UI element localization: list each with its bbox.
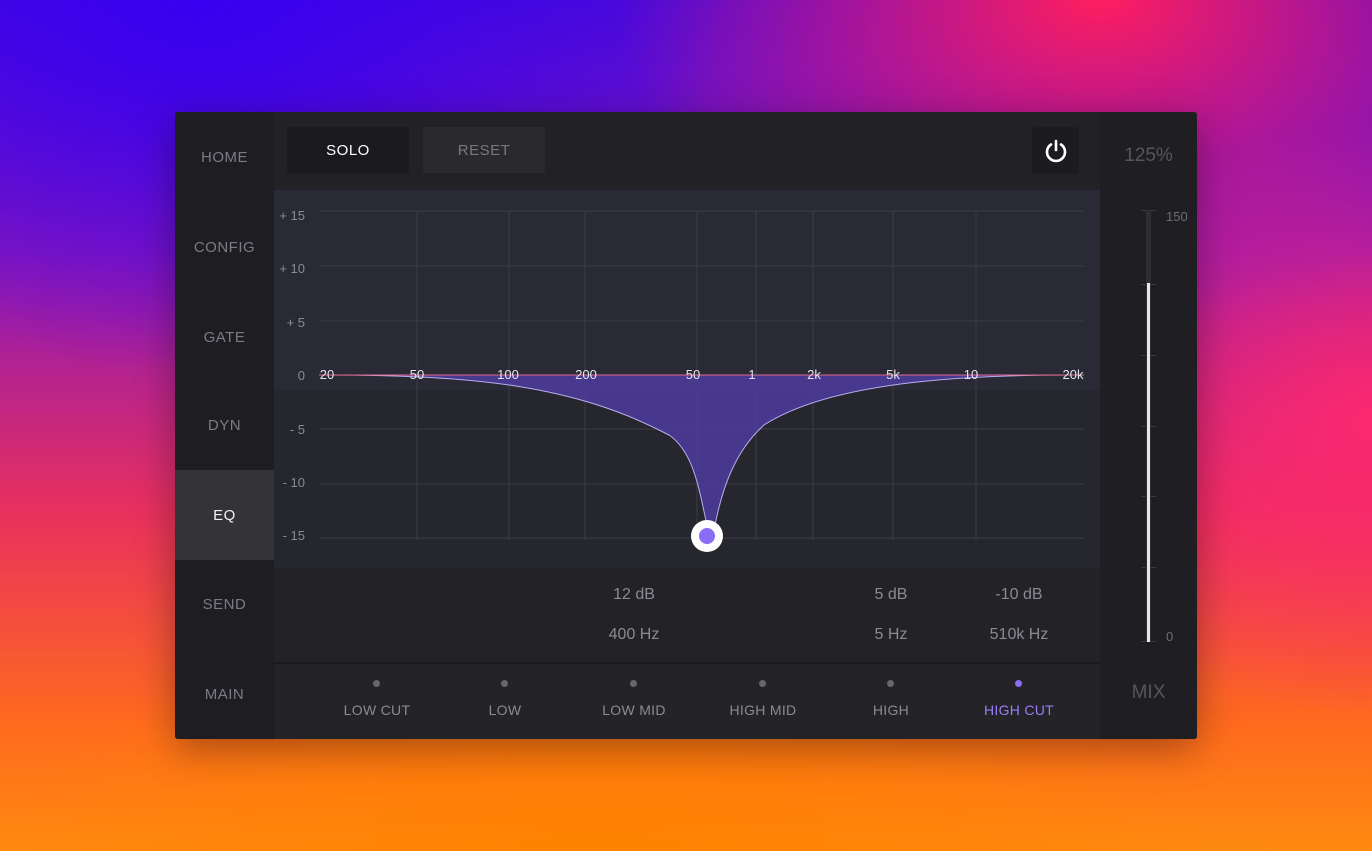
eq-band-handle[interactable]: [691, 520, 723, 552]
sidebar-item-main[interactable]: MAIN: [175, 649, 274, 739]
band-low[interactable]: LOW: [445, 664, 565, 739]
gain-value[interactable]: -10 dB: [959, 586, 1079, 604]
sidebar-item-config[interactable]: CONFIG: [175, 202, 274, 292]
band-indicator-dot: [373, 680, 380, 687]
freq-label: 100: [497, 367, 519, 382]
toolbar: SOLO RESET: [274, 112, 1100, 190]
db-label: - 15: [283, 528, 305, 543]
band-label: LOW: [488, 702, 522, 718]
band-params: 12 dB 400 Hz 5 dB 5 Hz -10 dB 510k Hz: [274, 568, 1100, 662]
band-indicator-dot: [501, 680, 508, 687]
scale-min-label: 0: [1166, 629, 1174, 644]
band-high-cut[interactable]: HIGH CUT: [959, 664, 1079, 739]
gain-value[interactable]: 5 dB: [831, 586, 951, 604]
band-label: LOW CUT: [343, 702, 411, 718]
band-label: HIGH CUT: [983, 702, 1055, 718]
freq-label: 10: [964, 367, 978, 382]
band-high-mid[interactable]: HIGH MID: [703, 664, 823, 739]
db-label: - 10: [283, 475, 305, 490]
band-label: LOW MID: [602, 702, 666, 718]
mix-column: 125% 150 0 MIX: [1100, 112, 1197, 739]
db-label: + 15: [279, 208, 305, 223]
band-low-mid[interactable]: LOW MID: [574, 664, 694, 739]
sidebar-item-home[interactable]: HOME: [175, 112, 274, 202]
db-label: + 5: [287, 315, 305, 330]
freq-label: 2k: [807, 367, 821, 382]
gain-value[interactable]: 12 dB: [574, 586, 694, 604]
power-button[interactable]: [1032, 127, 1079, 174]
band-selector: LOW CUT LOW LOW MID HIGH MID HIGH HIGH C…: [274, 662, 1100, 739]
mix-percent: 125%: [1124, 145, 1173, 166]
freq-label: 5k: [886, 367, 900, 382]
sidebar-item-dyn[interactable]: DYN: [175, 380, 274, 470]
sidebar: HOME CONFIG GATE DYN EQ SEND MAIN: [175, 112, 274, 739]
eq-graph[interactable]: + 15 + 10 + 5 0 - 5 - 10 - 15 20 50 100 …: [274, 190, 1100, 568]
mix-label: MIX: [1131, 682, 1166, 703]
freq-value[interactable]: 400 Hz: [574, 626, 694, 644]
db-label: - 5: [290, 422, 305, 437]
freq-label: 200: [575, 367, 597, 382]
band-low-cut[interactable]: LOW CUT: [317, 664, 437, 739]
sidebar-item-gate[interactable]: GATE: [175, 292, 274, 382]
power-icon: [1045, 139, 1066, 162]
mix-slider[interactable]: [1146, 210, 1151, 642]
freq-label: 50: [410, 367, 424, 382]
freq-value[interactable]: 5 Hz: [831, 626, 951, 644]
band-label: HIGH: [872, 702, 910, 718]
sidebar-item-eq[interactable]: EQ: [175, 470, 274, 560]
band-indicator-dot: [759, 680, 766, 687]
reset-button[interactable]: RESET: [423, 127, 545, 173]
band-indicator-dot: [630, 680, 637, 687]
db-label: + 10: [279, 261, 305, 276]
freq-label: 1: [748, 367, 755, 382]
eq-graph-svg: + 15 + 10 + 5 0 - 5 - 10 - 15 20 50 100 …: [274, 190, 1100, 552]
mix-slider-fill: [1147, 283, 1150, 642]
band-indicator-dot: [1015, 680, 1022, 687]
eq-panel: HOME CONFIG GATE DYN EQ SEND MAIN SOLO R…: [175, 112, 1197, 739]
scale-max-label: 150: [1166, 209, 1188, 224]
sidebar-item-send[interactable]: SEND: [175, 559, 274, 649]
freq-value[interactable]: 510k Hz: [959, 626, 1079, 644]
band-indicator-dot: [887, 680, 894, 687]
freq-label: 20k: [1063, 367, 1084, 382]
db-label: 0: [298, 368, 305, 383]
freq-label: 50: [686, 367, 700, 382]
eq-curve-fill: [324, 375, 1072, 525]
band-label: HIGH MID: [729, 702, 797, 718]
freq-label: 20: [320, 367, 334, 382]
solo-button[interactable]: SOLO: [287, 127, 409, 173]
band-high[interactable]: HIGH: [831, 664, 951, 739]
